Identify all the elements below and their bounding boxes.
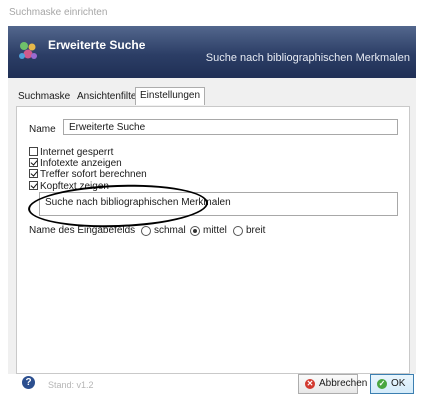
checkbox-label: Infotexte anzeigen — [40, 158, 122, 169]
checkbox-box[interactable] — [29, 158, 38, 167]
radio-label: breit — [246, 225, 266, 236]
window-titlebar: Suchmaske einrichten — [0, 0, 424, 26]
settings-panel: Name Erweiterte Suche Internet gesperrt … — [16, 106, 410, 374]
checkbox-label: Treffer sofort berechnen — [40, 169, 147, 180]
dialog-header: Erweiterte Suche Suche nach bibliographi… — [8, 26, 416, 78]
name-field[interactable]: Erweiterte Suche — [63, 119, 398, 135]
search-people-icon — [19, 42, 37, 59]
tab-suchmaske[interactable]: Suchmaske — [16, 89, 72, 104]
radio-label: schmal — [154, 225, 186, 236]
radio-label: mittel — [203, 225, 227, 236]
dialog-title: Erweiterte Suche — [48, 38, 146, 52]
ok-button[interactable]: ✓ OK — [370, 374, 414, 394]
cancel-button[interactable]: ✕ Abbrechen — [298, 374, 367, 394]
dialog-subtitle: Suche nach bibliographischen Merkmalen — [205, 52, 410, 64]
tab-ansichtenfilter[interactable]: Ansichtenfilter — [75, 89, 142, 104]
radio-button[interactable] — [233, 226, 243, 236]
checkbox-box[interactable] — [29, 169, 38, 178]
checkbox-box[interactable] — [29, 181, 38, 190]
ok-icon-glyph: ✓ — [378, 379, 386, 388]
checkbox-box[interactable] — [29, 147, 38, 156]
cancel-button-label: Abbrechen — [319, 378, 368, 389]
cancel-icon-glyph: ✕ — [306, 379, 314, 388]
checkbox-label: Internet gesperrt — [40, 147, 114, 158]
version-label: Stand: v1.2 — [48, 380, 94, 390]
cancel-icon: ✕ — [305, 379, 315, 389]
ok-icon: ✓ — [377, 379, 387, 389]
ok-button-label: OK — [391, 378, 406, 389]
radio-button[interactable] — [141, 226, 151, 236]
name-label: Name — [29, 124, 56, 135]
dialog-body: Suchmaske Ansichtenfilter Einstellungen … — [8, 78, 416, 374]
radio-button[interactable] — [190, 226, 200, 236]
tab-einstellungen[interactable]: Einstellungen — [135, 87, 206, 105]
window-title: Suchmaske einrichten — [9, 7, 108, 18]
help-icon[interactable]: ? — [22, 376, 35, 389]
